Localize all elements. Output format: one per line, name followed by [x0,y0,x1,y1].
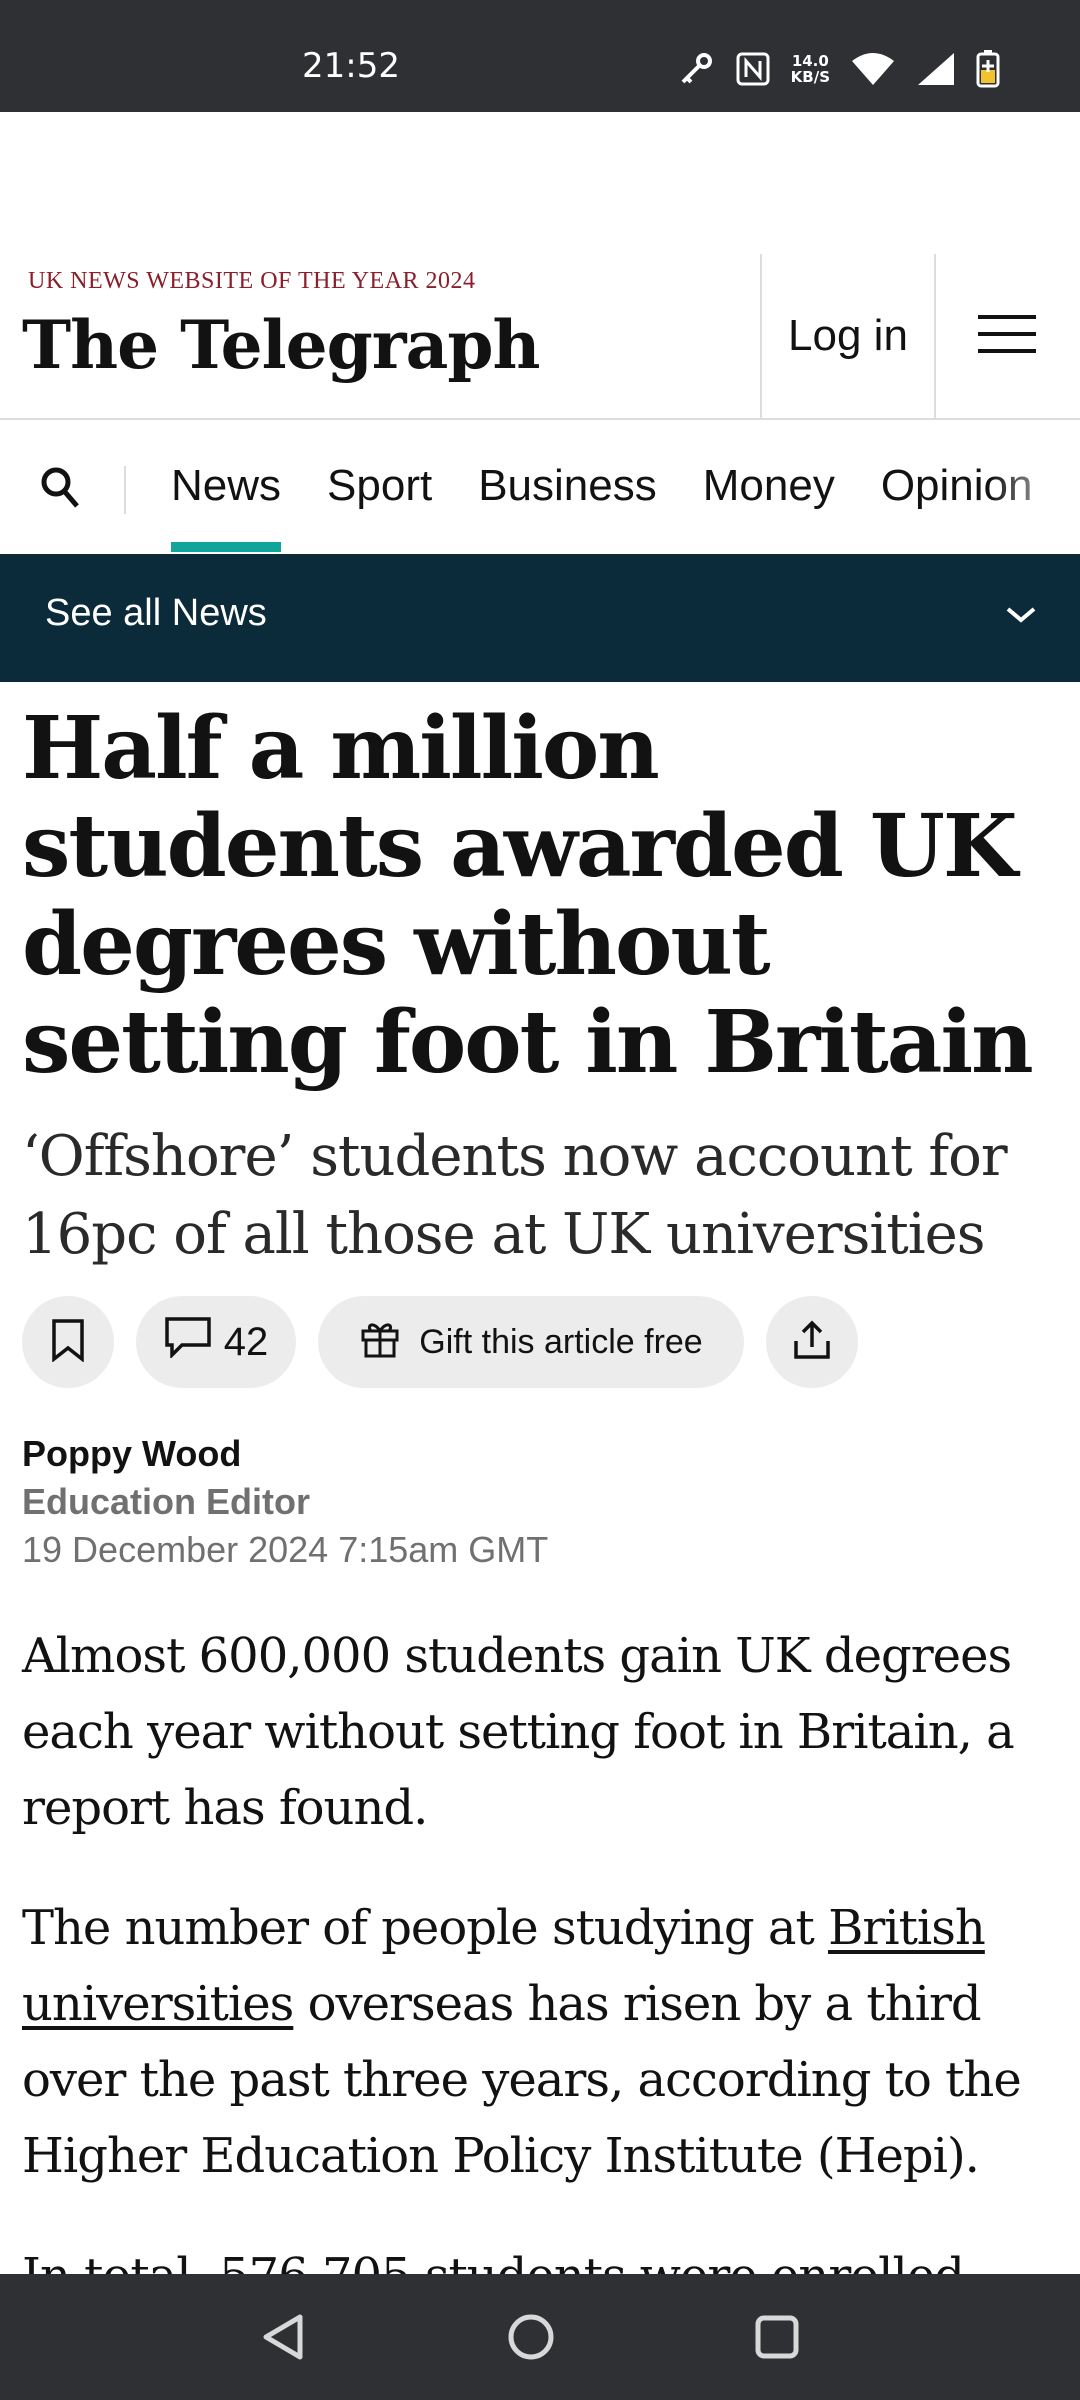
article-body: Almost 600,000 students gain UK degrees … [22,1618,1062,2358]
comments-button[interactable]: 42 [136,1296,296,1388]
comment-count: 42 [223,1319,269,1364]
see-all-news-bar[interactable]: See all News [0,554,1080,682]
byline: Poppy Wood Education Editor 19 December … [22,1430,548,1574]
comment-icon [164,1316,212,1368]
share-button[interactable] [766,1296,858,1388]
nav-item-business[interactable]: Business [455,420,680,552]
menu-button[interactable] [934,254,1080,418]
see-all-news-label: See all News [45,592,267,634]
hamburger-menu-icon [978,313,1036,360]
gift-label: Gift this article free [419,1322,703,1361]
status-bar: 21:52 14.0 KB/S [0,0,1080,112]
paragraph: The number of people studying at British… [22,1900,1022,2184]
key-icon [677,50,715,88]
nav-item-sport[interactable]: Sport [304,420,455,552]
nav-fade [990,420,1080,552]
back-icon[interactable] [260,2312,308,2367]
chevron-down-icon [1004,604,1038,631]
signal-icon [916,51,956,87]
bookmark-icon [51,1318,85,1367]
battery-charging-icon [976,50,1000,88]
paragraph: Almost 600,000 students gain UK degrees … [22,1628,1015,1836]
share-icon [792,1319,832,1366]
bookmark-button[interactable] [22,1296,114,1388]
nav-item-news[interactable]: News [148,420,304,552]
masthead: UK NEWS WEBSITE OF THE YEAR 2024 The Tel… [0,254,1080,420]
author-name[interactable]: Poppy Wood [22,1430,548,1478]
nfc-icon [735,51,771,87]
article-standfirst: ‘Offshore’ students now account for 16pc… [22,1124,1008,1267]
system-navigation-bar [0,2274,1080,2400]
home-icon[interactable] [506,2312,556,2367]
article-actions: 42 Gift this article free [22,1296,858,1388]
telegraph-logo[interactable]: The Telegraph [22,306,540,384]
publish-date: 19 December 2024 7:15am GMT [22,1529,549,1570]
article-headline: Half a million students awarded UK degre… [22,698,1034,1093]
nav-item-money[interactable]: Money [680,420,858,552]
status-icons: 14.0 KB/S [677,50,1000,88]
award-tagline: UK NEWS WEBSITE OF THE YEAR 2024 [28,268,476,294]
recents-icon[interactable] [754,2312,800,2367]
section-nav: News Sport Business Money Opinion [0,420,1080,552]
login-button[interactable]: Log in [760,254,936,418]
nav-items: News Sport Business Money Opinion [148,420,1056,552]
gift-article-button[interactable]: Gift this article free [318,1296,744,1388]
status-time: 21:52 [302,46,400,86]
search-icon[interactable] [40,466,80,515]
wifi-icon [850,51,896,87]
gift-icon [359,1317,401,1368]
nav-divider [124,466,126,514]
net-speed: 14.0 KB/S [790,52,830,86]
author-role: Education Editor [22,1481,310,1522]
